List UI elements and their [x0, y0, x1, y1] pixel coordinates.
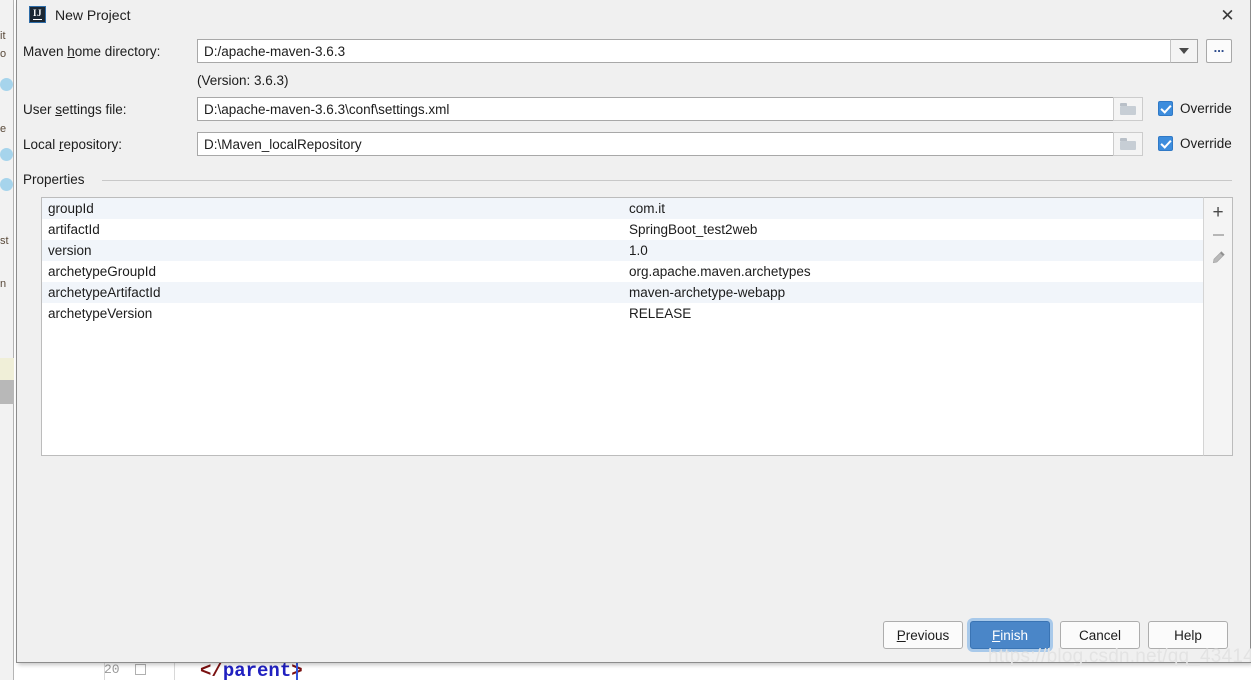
table-row[interactable]: version 1.0 [42, 240, 1212, 261]
table-row[interactable]: artifactId SpringBoot_test2web [42, 219, 1212, 240]
property-value: com.it [629, 201, 666, 216]
property-value: RELEASE [629, 306, 692, 321]
close-icon[interactable]: ✕ [1205, 0, 1250, 31]
user-settings-input[interactable]: D:\apache-maven-3.6.3\conf\settings.xml [197, 97, 1137, 121]
intellij-idea-icon: IJ [29, 6, 46, 23]
bg-scrollbar-thumb [0, 380, 14, 404]
local-repository-folder-icon[interactable] [1113, 132, 1143, 156]
table-row[interactable]: archetypeArtifactId maven-archetype-weba… [42, 282, 1212, 303]
property-key: groupId [48, 201, 94, 216]
bg-decorative-dot [0, 148, 13, 161]
property-key: archetypeGroupId [48, 264, 157, 279]
property-value: maven-archetype-webapp [629, 285, 786, 300]
local-repository-label: Local repository: [23, 137, 123, 152]
plus-icon: + [1212, 202, 1224, 223]
bg-code-punct: </ [200, 660, 223, 680]
table-row[interactable]: archetypeGroupId org.apache.maven.archet… [42, 261, 1212, 282]
folder-icon [1120, 138, 1136, 150]
new-project-dialog: IJ New Project ✕ Maven home directory: D… [16, 0, 1251, 663]
bg-code-tagname: parent [222, 660, 292, 680]
property-value: org.apache.maven.archetypes [629, 264, 811, 279]
property-value: SpringBoot_test2web [629, 222, 758, 237]
cancel-button[interactable]: Cancel [1060, 621, 1140, 649]
bg-decorative-dot [0, 78, 13, 91]
bg-text-fragment: o [0, 48, 7, 60]
bg-text-fragment: n [0, 278, 7, 290]
bg-text-fragment: st [0, 235, 9, 247]
bg-text-fragment: it [0, 30, 6, 42]
local-repository-override-label: Override [1180, 136, 1232, 151]
chevron-down-icon [1179, 48, 1189, 54]
ide-left-toolwindow-strip [0, 0, 14, 680]
folder-icon [1120, 103, 1136, 115]
local-repository-override-checkbox[interactable]: Override [1158, 136, 1232, 151]
checkbox-checked-icon [1158, 101, 1173, 116]
bg-code-line: </parent> [200, 660, 303, 680]
previous-button[interactable]: Previous [883, 621, 963, 649]
properties-group-separator [102, 180, 1232, 181]
user-settings-label: User settings file: [23, 102, 127, 117]
maven-home-input[interactable]: D:/apache-maven-3.6.3 [197, 39, 1187, 63]
add-property-button[interactable]: + [1205, 202, 1231, 224]
property-value: 1.0 [629, 243, 648, 258]
properties-table-toolbar: + [1203, 197, 1233, 456]
user-settings-folder-icon[interactable] [1113, 97, 1143, 121]
properties-group-title: Properties [23, 172, 92, 187]
remove-property-button[interactable] [1205, 224, 1231, 246]
property-key: archetypeVersion [48, 306, 153, 321]
maven-home-browse-button[interactable]: ... [1206, 39, 1232, 63]
property-key: version [48, 243, 92, 258]
properties-table[interactable]: groupId com.it artifactId SpringBoot_tes… [41, 197, 1213, 456]
property-key: archetypeArtifactId [48, 285, 161, 300]
bg-text-fragment: e [0, 123, 7, 135]
maven-version-note: (Version: 3.6.3) [197, 73, 289, 88]
maven-home-dropdown-arrow[interactable] [1170, 39, 1198, 63]
edit-property-button[interactable] [1205, 246, 1231, 268]
checkbox-checked-icon [1158, 136, 1173, 151]
dialog-titlebar: IJ New Project ✕ [17, 0, 1250, 31]
dialog-title: New Project [55, 7, 131, 23]
bg-line-number: 20 [104, 662, 120, 677]
pencil-icon [1211, 250, 1226, 265]
minus-icon [1212, 234, 1224, 236]
bg-decorative-dot [0, 178, 13, 191]
user-settings-override-checkbox[interactable]: Override [1158, 101, 1232, 116]
table-row[interactable]: archetypeVersion RELEASE [42, 303, 1212, 324]
property-key: artifactId [48, 222, 100, 237]
finish-button[interactable]: Finish [970, 621, 1050, 649]
maven-home-label: Maven home directory: [23, 44, 161, 59]
table-row[interactable]: groupId com.it [42, 198, 1212, 219]
user-settings-override-label: Override [1180, 101, 1232, 116]
bg-code-fold-icon [135, 664, 146, 675]
local-repository-input[interactable]: D:\Maven_localRepository [197, 132, 1137, 156]
bg-highlight-band [0, 358, 14, 380]
help-button[interactable]: Help [1148, 621, 1228, 649]
